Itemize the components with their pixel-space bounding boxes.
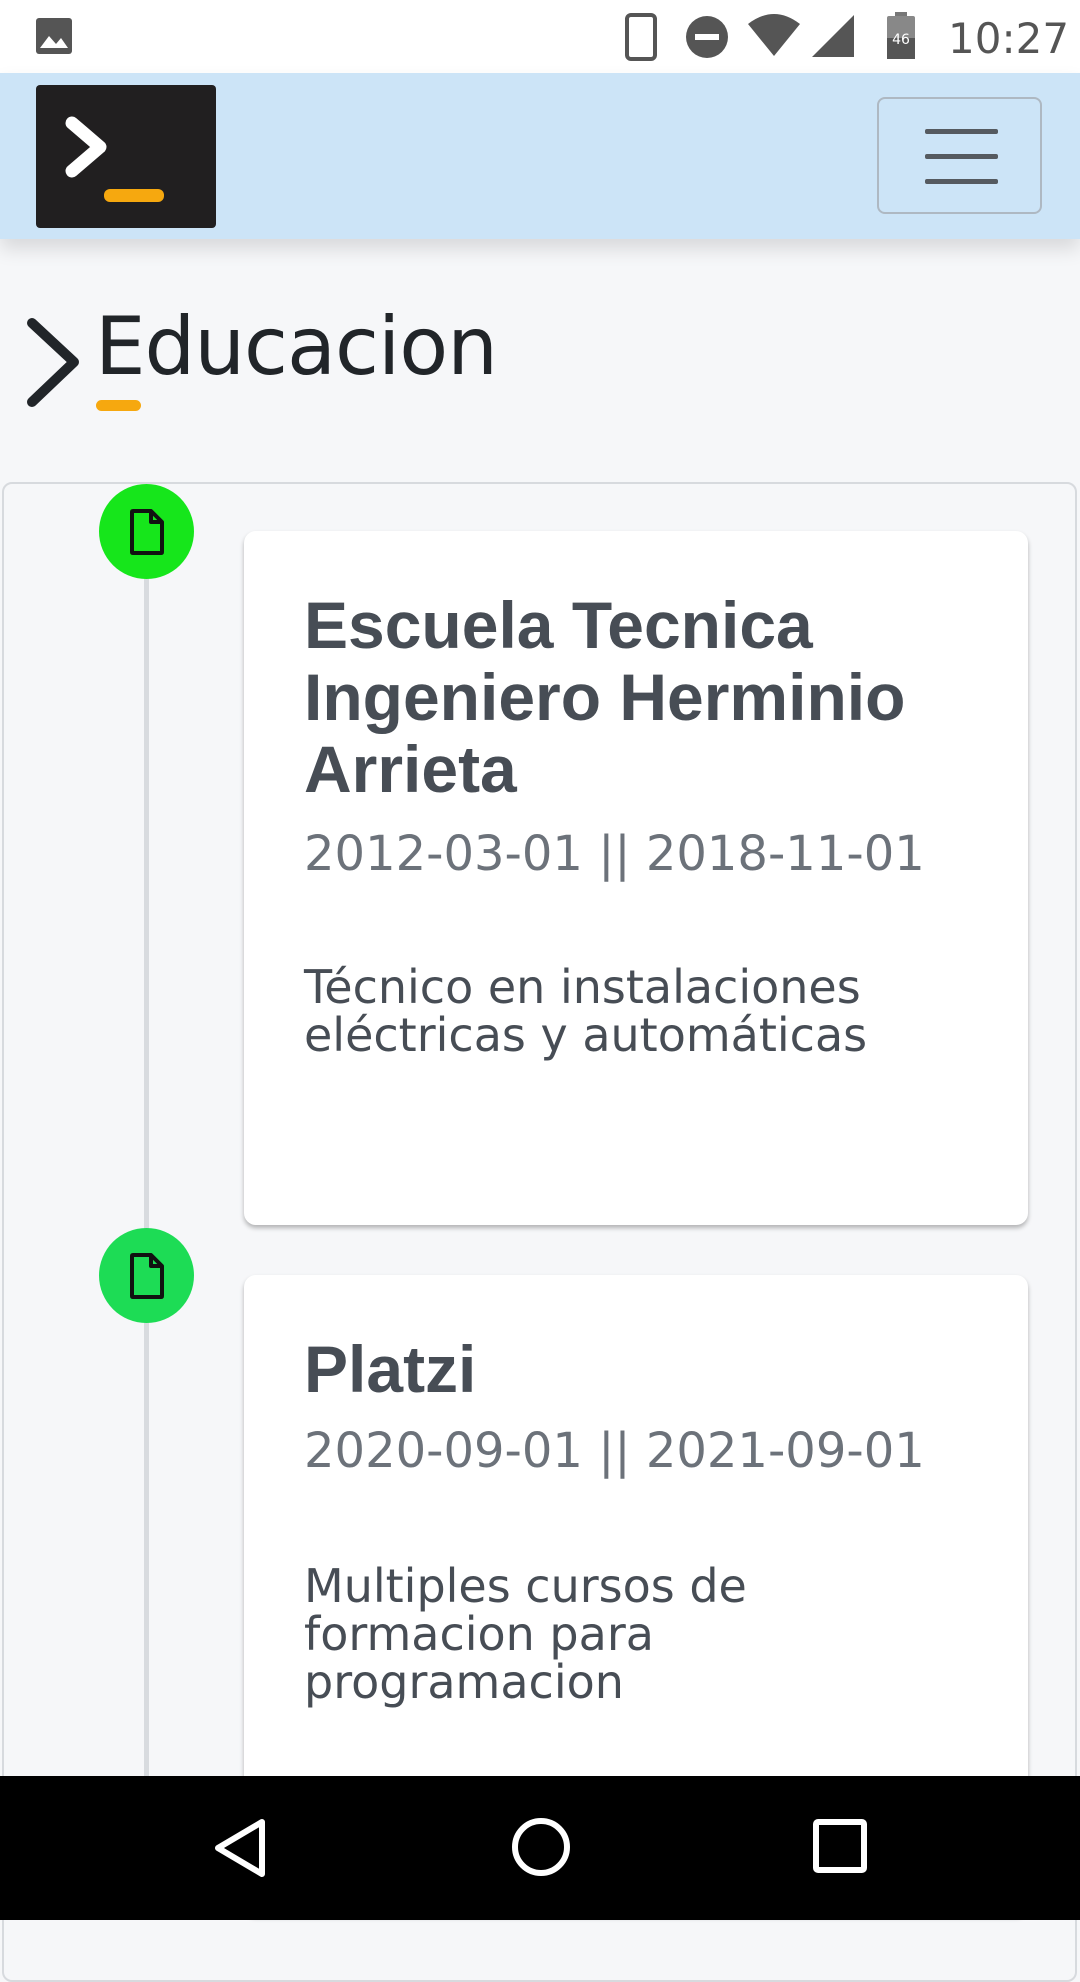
- status-bar: 46 10:27: [0, 0, 1080, 73]
- timeline-line: [144, 560, 149, 1780]
- education-description: Multiples cursos de formacion para progr…: [304, 1559, 747, 1709]
- education-description: Técnico en instalaciones eléctricas y au…: [304, 960, 868, 1062]
- institution-name: Escuela Tecnica Ingeniero Herminio Arrie…: [304, 588, 906, 806]
- signal-icon: [812, 15, 854, 57]
- section-title: Educacion: [95, 300, 498, 393]
- home-icon[interactable]: [510, 1816, 572, 1878]
- wifi-icon: [748, 14, 800, 56]
- timeline-dot: [99, 1228, 194, 1323]
- education-dates: 2012-03-01 || 2018-11-01: [304, 826, 925, 882]
- gallery-icon: [36, 18, 72, 54]
- svg-text:46: 46: [892, 32, 910, 48]
- system-navigation-bar: [0, 1776, 1080, 1920]
- document-icon: [129, 1252, 164, 1299]
- menu-toggle-button[interactable]: [877, 97, 1042, 214]
- battery-icon: 46: [887, 12, 915, 59]
- chevron-right-icon: [27, 318, 79, 407]
- document-icon: [129, 508, 164, 555]
- brand-logo[interactable]: [36, 85, 216, 228]
- back-icon[interactable]: [210, 1816, 270, 1880]
- education-dates: 2020-09-01 || 2021-09-01: [304, 1423, 925, 1479]
- dnd-icon: [686, 16, 728, 58]
- education-card: Escuela Tecnica Ingeniero Herminio Arrie…: [244, 531, 1028, 1225]
- status-clock: 10:27: [948, 14, 1070, 63]
- terminal-prompt-icon: [65, 116, 164, 202]
- recents-icon[interactable]: [812, 1818, 868, 1874]
- institution-name: Platzi: [304, 1332, 477, 1406]
- top-navbar: [0, 73, 1080, 239]
- timeline-dot: [99, 484, 194, 579]
- phone-icon: [625, 13, 657, 61]
- title-accent-underline: [96, 400, 141, 411]
